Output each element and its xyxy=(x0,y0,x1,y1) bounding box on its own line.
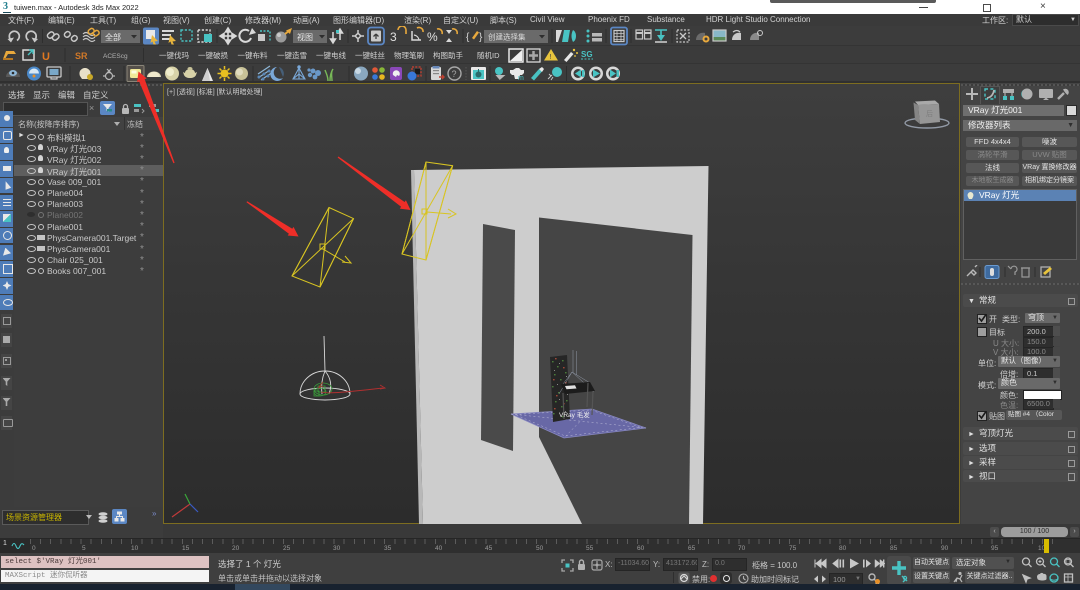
svg-text:U: U xyxy=(42,51,50,63)
svg-text:SG: SG xyxy=(581,50,593,59)
svg-text:?: ? xyxy=(452,69,457,79)
svg-text:3: 3 xyxy=(390,30,397,44)
svg-text:VRay 毛发: VRay 毛发 xyxy=(559,410,590,419)
svg-text:全部: 全部 xyxy=(105,32,121,42)
svg-text:!: ! xyxy=(550,54,552,61)
svg-text:视图: 视图 xyxy=(297,32,313,42)
svg-text:物理笔刷: 物理笔刷 xyxy=(394,50,424,60)
svg-text:}: } xyxy=(479,32,483,43)
svg-text:一键电线: 一键电线 xyxy=(316,50,346,60)
svg-text:构图助手: 构图助手 xyxy=(433,50,463,60)
svg-text:m: m xyxy=(518,75,524,82)
svg-text:随机ID: 随机ID xyxy=(477,50,500,60)
svg-text:一键造雪: 一键造雪 xyxy=(277,50,307,60)
svg-text:一键破损: 一键破损 xyxy=(198,50,228,60)
svg-text:一键蛙丝: 一键蛙丝 xyxy=(355,50,385,60)
svg-text:创建选择集: 创建选择集 xyxy=(488,32,526,42)
svg-text:{: { xyxy=(466,32,470,43)
svg-text:SR: SR xyxy=(75,51,88,61)
svg-text:ACEScg: ACEScg xyxy=(103,53,128,60)
svg-text:%: % xyxy=(427,30,438,44)
svg-text:后: 后 xyxy=(926,109,933,118)
svg-text:一键伐玛: 一键伐玛 xyxy=(159,50,189,60)
svg-text:一键布料: 一键布料 xyxy=(238,50,268,60)
